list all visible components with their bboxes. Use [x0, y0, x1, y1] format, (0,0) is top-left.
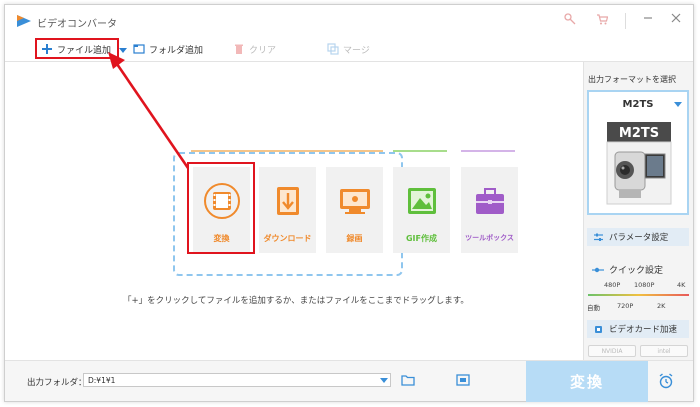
add-folder-label: フォルダ追加: [149, 45, 204, 56]
cart-icon[interactable]: [595, 13, 609, 27]
close-icon[interactable]: [669, 13, 683, 27]
chip-icon: [595, 325, 602, 333]
toolbox-card-label: ツールボックス: [465, 234, 514, 242]
app-window: ビデオコンバータ ファイル追加 フォルダ追加 クリア マージ 変換 ダウンロード…: [4, 4, 694, 402]
drop-area[interactable]: 変換 ダウンロード 録画 GIF作成 ツールボックス 「+」をクリックしてファイ…: [5, 62, 583, 360]
alarm-clock-icon[interactable]: [658, 373, 674, 389]
bottom-bar: 出力フォルダ： D:¥1¥1 変換: [5, 360, 693, 402]
cards-divider-tools: [461, 150, 515, 152]
toolbox-card[interactable]: ツールボックス: [461, 167, 518, 253]
intel-badge: intel: [640, 345, 688, 357]
convert-card-highlight: [187, 162, 255, 254]
convert-button[interactable]: 変換: [526, 361, 648, 402]
folder-add-icon: [133, 44, 145, 54]
minimize-icon[interactable]: [641, 13, 655, 27]
quality-480p: 480P: [604, 281, 621, 289]
quality-2k: 2K: [657, 302, 666, 310]
output-folder-label: 出力フォルダ：: [27, 378, 87, 388]
gpu-acceleration-label: ビデオカード加速: [609, 325, 678, 335]
format-thumb-text: M2TS: [619, 126, 659, 141]
output-settings-icon[interactable]: [456, 374, 470, 386]
trash-icon: [235, 44, 243, 54]
format-name: M2TS: [622, 99, 654, 110]
output-format-title: 出力フォーマットを選択: [588, 75, 676, 84]
quality-slider[interactable]: [588, 294, 689, 296]
quality-1080p: 1080P: [634, 281, 655, 289]
toolbar: ファイル追加 フォルダ追加 クリア マージ: [5, 36, 693, 62]
cards-divider-gif: [393, 150, 447, 152]
quick-settings-text: クイック設定: [609, 266, 664, 276]
download-card-label: ダウンロード: [263, 234, 312, 243]
nvidia-badge: NVIDIA: [588, 345, 636, 357]
quick-settings-label: クイック設定: [592, 263, 663, 276]
window-title: ビデオコンバータ: [37, 19, 117, 30]
merge-icon: [327, 43, 339, 55]
merge-label: マージ: [343, 45, 370, 56]
gif-card[interactable]: GIF作成: [393, 167, 450, 253]
toolbox-icon: [476, 188, 504, 214]
image-icon: [408, 188, 436, 214]
cards-divider: [191, 150, 383, 152]
gpu-acceleration-button[interactable]: ビデオカード加速: [587, 320, 689, 338]
app-logo-icon: [17, 15, 31, 27]
quality-720p: 720P: [617, 302, 634, 310]
quick-settings-icon: [592, 267, 604, 272]
output-format-panel: 出力フォーマットを選択 M2TS M2TS パラメータ設定 クイック設定 480…: [583, 62, 693, 360]
open-folder-icon[interactable]: [401, 374, 415, 386]
output-folder-field[interactable]: D:¥1¥1: [83, 373, 391, 387]
add-file-dropdown-icon[interactable]: [119, 48, 127, 53]
add-folder-button[interactable]: フォルダ追加: [133, 41, 203, 57]
clear-button[interactable]: クリア: [233, 41, 276, 57]
parameter-settings-label: パラメータ設定: [609, 233, 669, 243]
add-file-highlight: [35, 38, 119, 59]
record-card[interactable]: 録画: [326, 167, 383, 253]
gif-card-label: GIF作成: [405, 234, 437, 243]
screen-record-icon: [340, 189, 370, 214]
key-icon[interactable]: [563, 13, 577, 27]
output-folder-path: D:¥1¥1: [88, 376, 116, 385]
output-folder-dropdown-icon[interactable]: [380, 378, 388, 383]
quality-auto: 自動: [587, 304, 600, 312]
camcorder-icon: M2TS: [606, 122, 672, 205]
sliders-icon: [594, 233, 603, 241]
download-icon: [277, 187, 299, 215]
record-card-label: 録画: [346, 234, 363, 243]
format-selector[interactable]: M2TS M2TS: [587, 90, 689, 215]
quality-4k: 4K: [677, 281, 686, 289]
parameter-settings-button[interactable]: パラメータ設定: [587, 228, 689, 246]
clear-label: クリア: [249, 45, 277, 56]
drop-hint: 「+」をクリックしてファイルを追加するか、またはファイルをここまでドラッグします…: [123, 296, 469, 306]
merge-button[interactable]: マージ: [327, 41, 370, 57]
format-dropdown-icon[interactable]: [674, 102, 682, 107]
title-bar: ビデオコンバータ: [5, 5, 693, 36]
title-separator: [625, 13, 626, 29]
download-card[interactable]: ダウンロード: [259, 167, 316, 253]
